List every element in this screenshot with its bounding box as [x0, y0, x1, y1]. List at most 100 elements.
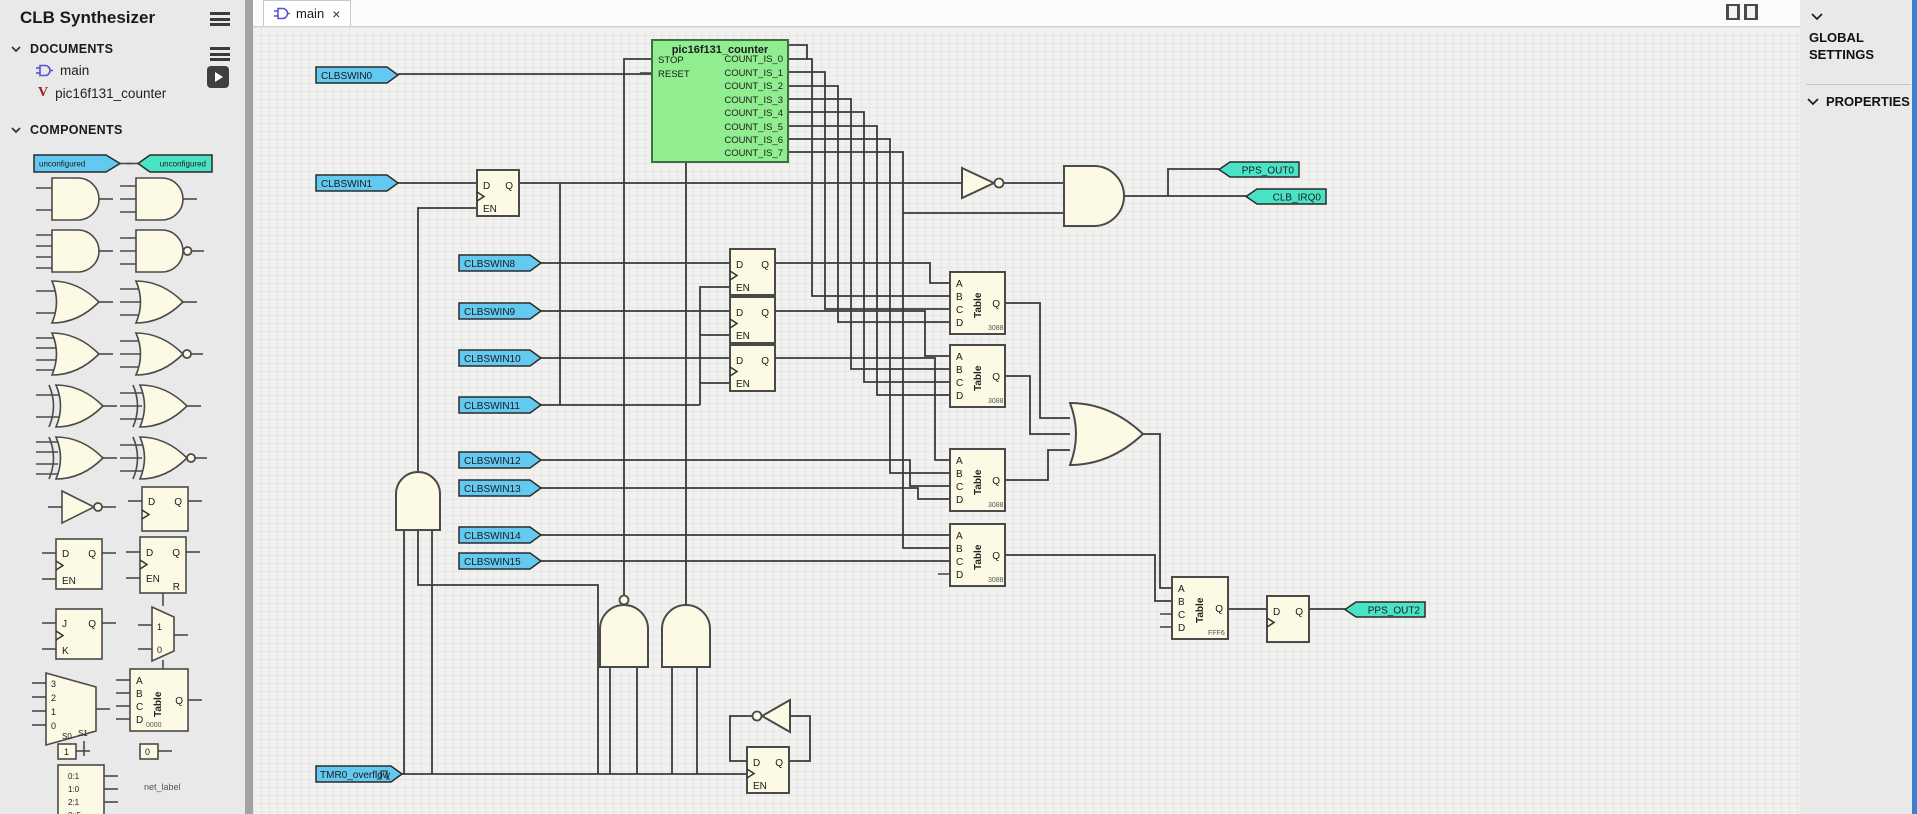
not-gate-1[interactable]: [962, 168, 1004, 198]
palette-output-pin[interactable]: unconfigured: [126, 155, 212, 172]
window-edge: [1912, 0, 1917, 814]
lut-table-4[interactable]: A B C D Table 3088 Q: [950, 524, 1005, 586]
palette-xnor3-gate[interactable]: [120, 437, 207, 479]
svg-text:0: 0: [145, 747, 150, 757]
input-pin-clbswin14[interactable]: CLBSWIN14: [459, 527, 541, 543]
components-header-label: COMPONENTS: [30, 123, 123, 137]
svg-text:B: B: [956, 365, 963, 376]
dff-en-1[interactable]: D Q EN: [477, 170, 519, 216]
palette-const-zero[interactable]: 0: [140, 744, 172, 759]
global-settings-header[interactable]: GLOBAL SETTINGS: [1809, 30, 1901, 64]
or-gate-big[interactable]: [1070, 403, 1143, 465]
palette-counter-block[interactable]: 0:1 1:0 2:1 0x5: [58, 765, 118, 814]
palette-table-lut[interactable]: A B C D Table 0000 Q: [116, 669, 202, 731]
properties-header[interactable]: PROPERTIES: [1806, 94, 1910, 109]
dff-en-4[interactable]: D Q EN: [730, 345, 775, 391]
svg-text:D: D: [956, 318, 963, 329]
sidebar-divider[interactable]: [245, 0, 253, 814]
dff-en-2[interactable]: D Q EN: [730, 249, 775, 295]
palette-or4-gate[interactable]: [36, 333, 113, 375]
gate-doc-icon: [36, 64, 53, 77]
svg-text:EN: EN: [62, 576, 76, 587]
svg-text:C: C: [956, 482, 963, 493]
lut-table-1[interactable]: A B C D Table 3088 Q: [950, 272, 1005, 334]
input-pin-tmr0-overflow[interactable]: TMR0_overflow: [316, 766, 402, 782]
input-pin-clbswin0[interactable]: CLBSWIN0: [316, 67, 398, 83]
palette-input-pin[interactable]: unconfigured: [34, 155, 132, 172]
svg-text:Table: Table: [1195, 597, 1206, 623]
palette-nand3-gate[interactable]: [120, 230, 204, 272]
lut-table-3[interactable]: A B C D Table 3088 Q: [950, 449, 1005, 511]
palette-const-one[interactable]: 1: [58, 744, 90, 759]
input-pin-clbswin12[interactable]: CLBSWIN12: [459, 452, 541, 468]
palette-nor3-gate[interactable]: [120, 333, 203, 375]
lut-table-2[interactable]: A B C D Table 3088 Q: [950, 345, 1005, 407]
svg-text:D: D: [956, 495, 963, 506]
svg-text:D: D: [753, 758, 760, 769]
editor-area: main ×: [253, 0, 1800, 814]
palette-mux2[interactable]: 1 0: [138, 607, 188, 673]
input-pin-clbswin10[interactable]: CLBSWIN10: [459, 350, 541, 366]
svg-text:D: D: [1178, 623, 1185, 634]
and-gate-up[interactable]: [662, 605, 710, 667]
dff-output[interactable]: D Q: [1267, 596, 1309, 642]
schematic-canvas[interactable]: pic16f131_counter STOP RESET COUNT_IS_0 …: [253, 27, 1800, 814]
split-right-icon[interactable]: [1744, 4, 1758, 20]
palette-xor4-gate[interactable]: [36, 437, 117, 479]
split-left-icon[interactable]: [1726, 4, 1740, 20]
input-pin-clbswin1[interactable]: CLBSWIN1: [316, 175, 398, 191]
palette-not-gate[interactable]: [48, 491, 116, 523]
dff-en-3[interactable]: D Q EN: [730, 297, 775, 343]
sidebar-item-pic16f131-counter[interactable]: V pic16f131_counter: [38, 85, 166, 101]
palette-and4-gate[interactable]: [36, 230, 113, 272]
svg-text:3088: 3088: [988, 502, 1004, 509]
sidebar-item-main[interactable]: main: [36, 63, 89, 78]
components-section-header[interactable]: COMPONENTS: [10, 123, 123, 137]
palette-xor2-gate[interactable]: [36, 385, 117, 427]
split-view-buttons: [1726, 4, 1758, 20]
svg-text:J: J: [62, 619, 67, 630]
palette-dff[interactable]: D Q: [128, 487, 202, 531]
not-gate-feedback[interactable]: [753, 700, 791, 732]
global-settings-chevron-icon[interactable]: [1810, 12, 1824, 21]
svg-text:COUNT_IS_6: COUNT_IS_6: [724, 135, 783, 146]
dff-en-toggle[interactable]: D Q EN: [747, 747, 789, 793]
verilog-file-icon: V: [38, 85, 48, 101]
tab-bar: main ×: [253, 0, 1800, 27]
svg-text:Q: Q: [761, 260, 769, 271]
input-pin-clbswin9[interactable]: CLBSWIN9: [459, 303, 541, 319]
svg-text:Q: Q: [1295, 607, 1303, 618]
svg-text:D: D: [736, 356, 743, 367]
palette-jkff[interactable]: J Q K: [42, 609, 116, 659]
palette-dff-en-r[interactable]: D Q EN R: [126, 537, 200, 606]
tab-main[interactable]: main ×: [263, 0, 351, 26]
palette-xor3-gate[interactable]: [120, 385, 201, 427]
palette-or2-gate[interactable]: [36, 281, 113, 323]
documents-section-header[interactable]: DOCUMENTS: [10, 42, 113, 56]
palette-and3-gate[interactable]: [120, 178, 197, 220]
menu-icon[interactable]: [210, 12, 230, 26]
output-pin-clb-irq0[interactable]: CLB_IRQ0: [1246, 189, 1326, 204]
svg-text:Table: Table: [153, 691, 164, 717]
nand-gate-up[interactable]: [600, 596, 648, 668]
pic16f131-counter-block[interactable]: pic16f131_counter STOP RESET COUNT_IS_0 …: [652, 40, 788, 162]
svg-text:D: D: [956, 391, 963, 402]
documents-menu-icon[interactable]: [210, 47, 230, 61]
output-pin-pps-out0[interactable]: PPS_OUT0: [1219, 162, 1299, 177]
svg-text:B: B: [1178, 597, 1185, 608]
palette-and2-gate[interactable]: [36, 178, 113, 220]
palette-net-label[interactable]: net_label: [144, 782, 181, 792]
palette-or3-gate[interactable]: [120, 281, 197, 323]
tab-close-icon[interactable]: ×: [332, 6, 340, 22]
run-synthesis-button[interactable]: [207, 66, 229, 88]
input-pin-clbswin15[interactable]: CLBSWIN15: [459, 553, 541, 569]
and-gate-output[interactable]: [1064, 166, 1124, 226]
input-pin-clbswin8[interactable]: CLBSWIN8: [459, 255, 541, 271]
palette-dff-en[interactable]: D Q EN: [42, 539, 116, 589]
output-pin-pps-out2[interactable]: PPS_OUT2: [1345, 602, 1425, 617]
and-gate-up-enable[interactable]: [396, 472, 440, 530]
input-pin-clbswin11[interactable]: CLBSWIN11: [459, 397, 541, 413]
input-pin-clbswin13[interactable]: CLBSWIN13: [459, 480, 541, 496]
svg-text:0: 0: [157, 645, 162, 655]
lut-table-5[interactable]: A B C D Table FFF6 Q: [1172, 577, 1228, 639]
